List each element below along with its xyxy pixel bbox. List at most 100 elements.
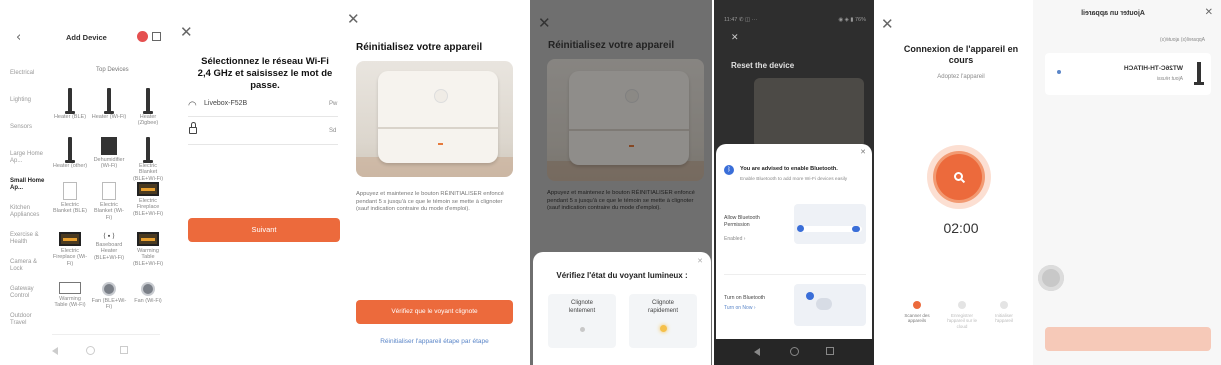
back-nav-icon[interactable] (754, 348, 760, 356)
heater-device (569, 71, 689, 165)
bulb-off-icon (579, 327, 585, 332)
step-1-label: Scanner des appareils (904, 313, 930, 324)
wifi-icon: ◠ (188, 100, 197, 111)
device-tile[interactable]: Electric Blanket (BLE) (52, 182, 88, 215)
device-tile[interactable]: ⟨ ▪ ⟩ Baseboard Heater (BLE+Wi-Fi) (91, 232, 127, 261)
fan-icon (102, 282, 116, 296)
step1-action[interactable]: Enabled › (724, 236, 745, 242)
heater-tower-icon (143, 88, 153, 114)
category-item[interactable]: Lighting (10, 97, 46, 104)
device-tile-label: Warming Table (BLE+Wi-Fi) (132, 248, 164, 267)
device-tile-label: Electric Blanket (Wi-Fi) (94, 202, 124, 221)
category-item[interactable]: Exercise & Health (10, 232, 46, 246)
password-visibility-button[interactable]: Sd (329, 128, 336, 135)
option-slow-blink[interactable]: Clignote lentement (548, 294, 616, 348)
category-item[interactable]: Electrical (10, 70, 46, 77)
device-tile-label: Heater (Zigbee) (137, 114, 159, 127)
device-tile[interactable]: Warming Table (BLE+Wi-Fi) (130, 232, 166, 267)
assistive-touch-button[interactable] (1038, 265, 1064, 291)
heater-photo (356, 61, 513, 177)
device-tile-label: Warming Table (Wi-Fi) (54, 296, 86, 309)
fireplace-icon (137, 232, 159, 246)
device-tile-label: Heater (Wi-Fi) (91, 114, 127, 120)
step-by-step-link[interactable]: Réinitialiser l'appareil étape par étape (356, 338, 513, 345)
connecting-subheading: Adoptez l'appareil (937, 74, 985, 80)
category-item[interactable]: Kitchen Appliances (10, 205, 46, 219)
device-tile-label: Fan (Wi-Fi) (134, 298, 162, 304)
sheet-close-icon[interactable]: ✕ (697, 257, 703, 265)
page-title: Add Device (66, 33, 107, 42)
added-device-status: Ajout réussi (1156, 76, 1183, 82)
recent-nav-icon[interactable] (120, 346, 128, 354)
back-chevron-icon[interactable]: ‹ (16, 31, 21, 44)
done-button[interactable] (1045, 327, 1211, 351)
category-item[interactable]: Sensors (10, 124, 46, 131)
ssid-input[interactable]: Livebox-F52B (204, 100, 247, 107)
panel-reset-device: ✕ Réinitialisez votre appareil Appuyez e… (344, 0, 524, 365)
fireplace-icon (59, 232, 81, 246)
red-badge-icon[interactable] (137, 31, 148, 42)
device-tile[interactable]: Warming Table (Wi-Fi) (52, 282, 88, 309)
device-tile[interactable]: Electric Blanket (Wi-Fi) (91, 182, 127, 221)
reset-description: Appuyez et maintenez le bouton RÉINITIAL… (356, 191, 504, 213)
device-tile-label: Dehumidifier (Wi-Fi) (93, 157, 125, 170)
category-item[interactable]: Camera & Lock (10, 259, 46, 273)
heater-seam (569, 129, 689, 131)
device-tile[interactable]: Heater (BLE) (52, 88, 88, 120)
password-underline (188, 144, 338, 145)
device-tile-label: Electric Fireplace (Wi-Fi) (52, 248, 88, 267)
device-tile[interactable]: Dehumidifier (Wi-Fi) (91, 137, 127, 170)
device-tile[interactable]: Electric Fireplace (Wi-Fi) (52, 232, 88, 267)
fireplace-icon (137, 182, 159, 196)
back-nav-icon[interactable] (52, 347, 58, 355)
bluetooth-dot-icon (797, 225, 804, 232)
category-item[interactable]: Outdoor Travel (10, 313, 46, 327)
close-icon[interactable]: ✕ (180, 25, 193, 40)
device-tile-label: Heater (other) (52, 163, 88, 169)
scan-icon[interactable] (152, 32, 161, 41)
option-fast-blink[interactable]: Clignote rapidement (629, 294, 697, 348)
edit-indicator-icon[interactable] (1057, 70, 1061, 74)
fan-icon (141, 282, 155, 296)
device-tile[interactable]: Electric Blanket (BLE+Wi-Fi) (130, 137, 166, 182)
heater-photo (547, 59, 704, 181)
lock-shackle (190, 122, 196, 128)
category-item[interactable]: Small Home Ap... (10, 178, 46, 192)
heater-tower-icon (65, 88, 75, 114)
close-icon[interactable]: ✕ (731, 34, 739, 43)
close-icon[interactable]: ✕ (881, 17, 894, 32)
device-tile[interactable]: Heater (Zigbee) (130, 88, 166, 127)
password-input[interactable] (204, 127, 314, 137)
device-tile[interactable]: Heater (Wi-Fi) (91, 88, 127, 120)
home-nav-icon[interactable] (790, 347, 799, 356)
close-icon[interactable]: ✕ (538, 16, 551, 31)
permission-illustration (794, 204, 866, 244)
device-tile-label: Fan (BLE+Wi-Fi) (91, 298, 127, 311)
status-bar-right: ◉ ◈ ▮ 76% (838, 17, 866, 23)
android-nav-bar (714, 339, 874, 365)
close-icon[interactable]: ✕ (347, 12, 360, 27)
device-tile[interactable]: Heater (other) (52, 137, 88, 169)
reset-heading: Réinitialisez votre appareil (548, 40, 675, 51)
reset-description: Appuyez et maintenez le bouton RÉINITIAL… (547, 190, 695, 212)
device-tile-label: Baseboard Heater (BLE+Wi-Fi) (93, 242, 125, 261)
step2-action[interactable]: Turn on Now › (724, 305, 756, 311)
next-button[interactable]: Suivant (188, 218, 340, 242)
home-nav-icon[interactable] (86, 346, 95, 355)
category-item[interactable]: Gateway Control (10, 286, 46, 300)
ssid-switch-button[interactable]: Pw (329, 101, 337, 108)
panel-reset-status-sheet: ✕ Réinitialisez votre appareil Appuyez e… (530, 0, 712, 365)
status-bottom-sheet: ✕ Vérifiez l'état du voyant lumineux : C… (533, 252, 711, 365)
device-tile[interactable]: Electric Fireplace (BLE+Wi-Fi) (130, 182, 166, 217)
device-tile-label: Heater (BLE) (53, 114, 87, 120)
close-icon[interactable]: ✕ (1205, 7, 1213, 18)
category-item[interactable]: Large Home Ap... (10, 151, 46, 165)
step-indicator (958, 301, 966, 309)
heater-tower-icon (143, 137, 153, 163)
device-tile[interactable]: Fan (BLE+Wi-Fi) (91, 282, 127, 311)
device-tile[interactable]: Fan (Wi-Fi) (130, 282, 166, 304)
recent-nav-icon[interactable] (826, 347, 834, 355)
dialog-close-icon[interactable]: ✕ (860, 148, 866, 156)
section-label: Top Devices (96, 67, 129, 73)
confirm-blinking-button[interactable]: Vérifiez que le voyant clignote (356, 300, 513, 324)
